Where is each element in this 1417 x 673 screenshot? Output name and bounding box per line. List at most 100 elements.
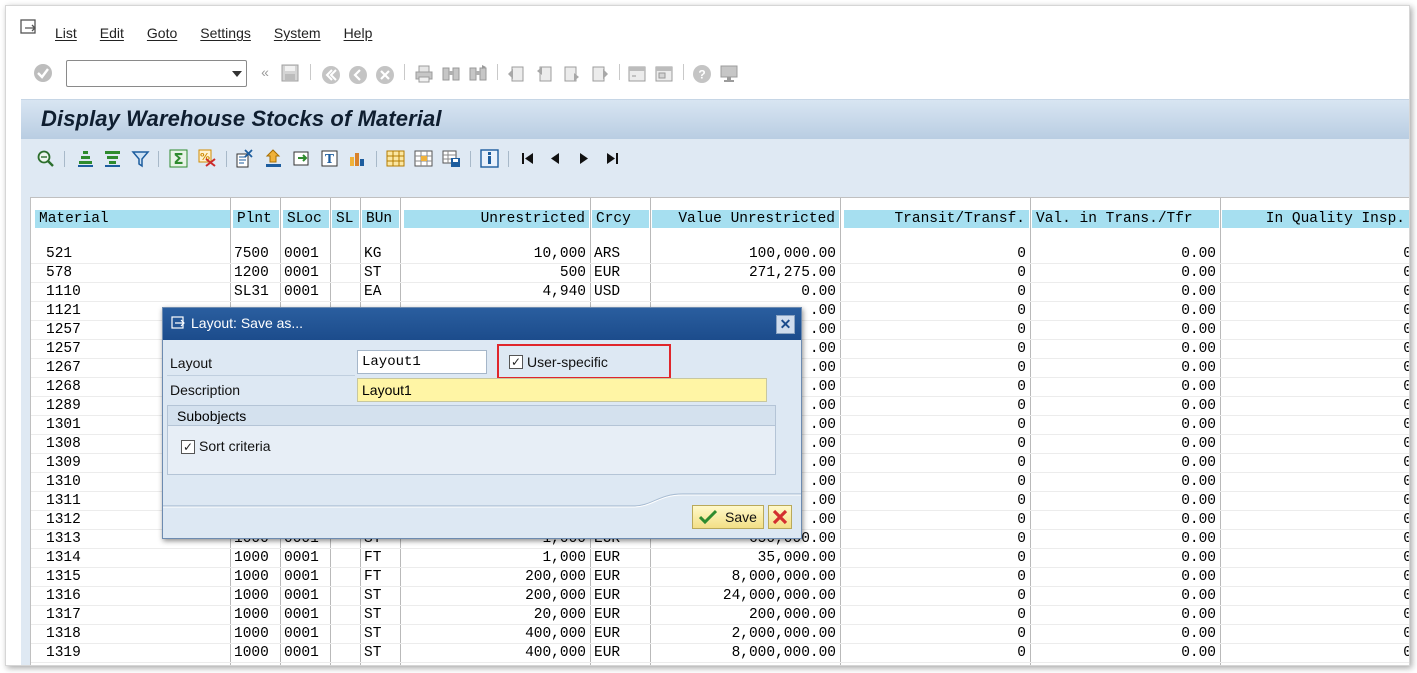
dialog-title-bar[interactable]: Layout: Save as... ✕ [163,308,801,340]
customize-icon[interactable] [719,64,739,84]
previous-page-icon[interactable] [534,64,554,84]
description-input[interactable]: Layout1 [357,378,767,402]
cancel-button[interactable] [768,505,792,529]
column-header-plant[interactable]: Plnt [233,210,279,228]
layout-select-icon[interactable] [414,149,433,168]
table-row[interactable]: 52175000001KG10,000ARS100,000.0000.000 [31,245,1409,264]
find-next-icon[interactable] [468,64,488,84]
shortcut-icon[interactable] [654,64,674,84]
cell-value-in-transit: 0.00 [1181,512,1216,528]
column-header-sl[interactable]: SL [332,210,359,228]
sort-criteria-checkbox[interactable]: ✓ [181,440,195,454]
chevron-down-icon[interactable] [232,71,242,77]
cell-plant: 1000 [234,550,269,566]
last-icon[interactable] [602,149,621,168]
column-header-base-unit[interactable]: BUn [362,210,399,228]
menu-goto[interactable]: Goto [147,25,177,41]
system-menu-icon[interactable] [20,19,40,37]
column-header-transit-transfer[interactable]: Transit/Transf. [844,210,1029,228]
save-icon[interactable] [281,64,299,82]
cell-in-quality-inspection: 0 [1220,549,1409,568]
information-icon[interactable] [480,149,499,168]
new-session-icon[interactable] [627,64,647,84]
cell-in-quality-inspection: 0 [1220,302,1409,321]
cell-in-quality-inspection: 0 [1220,340,1409,359]
save-button[interactable]: Save [692,505,764,529]
cell-currency: EUR [594,265,621,281]
command-field[interactable] [66,60,247,87]
column-header-value-in-transit[interactable]: Val. in Trans./Tfr [1032,210,1219,228]
sort-ascending-icon[interactable] [76,149,95,168]
table-row[interactable]: 1316 1000 0001 ST 200,000 EUR 24,000,000.00 0 0.… [31,587,1409,606]
layout-change-icon[interactable] [386,149,405,168]
menu-edit[interactable]: Edit [100,25,124,41]
layout-save-icon[interactable] [442,149,461,168]
cell-plant: 1000 [234,645,269,661]
graphic-icon[interactable] [348,149,367,168]
cell-transit-transfer: 0 [1017,493,1026,509]
menu-system[interactable]: System [274,25,321,41]
first-icon[interactable] [519,149,538,168]
cell-in-quality-inspection: 0 [1220,359,1409,378]
user-specific-checkbox[interactable]: ✓ [509,355,523,369]
table-row[interactable]: 57812000001ST500EUR271,275.0000.000 [31,264,1409,283]
cell-transit-transfer: 0 [1017,284,1026,300]
cancel-icon[interactable] [375,65,395,85]
total-icon[interactable]: Σ [169,149,188,168]
column-header-material[interactable]: Material [35,210,230,228]
table-row[interactable]: 131410000001FT1,000EUR35,000.0000.000 [31,549,1409,568]
sap-window: List Edit Goto Settings System Help « ? … [5,5,1410,666]
cell-in-quality-inspection: 0 [1220,587,1409,606]
back-icon[interactable] [321,65,341,85]
cell-base-unit: FT [364,569,382,585]
first-page-icon[interactable] [506,64,526,84]
cell-value-in-transit: 0.00 [1181,626,1216,642]
table-row[interactable]: 1318 1000 0001 ST 400,000 EUR 2,000,000.00 0 0.0… [31,625,1409,644]
help-icon[interactable]: ? [692,64,712,84]
cell-transit-transfer: 0 [1017,436,1026,452]
table-row[interactable]: 1315 1000 0001 FT 200,000 EUR 8,000,000.00 0 0.0… [31,568,1409,587]
table-row[interactable]: 1319 1000 0001 ST 400,000 EUR 8,000,000.00 0 0.0… [31,644,1409,663]
cell-value-in-transit: 0.00 [1181,645,1216,661]
next-icon[interactable] [574,149,593,168]
cell-plant: 1000 [234,569,269,585]
column-header-currency[interactable]: Crcy [592,210,649,228]
cell-transit-transfer: 0 [1017,550,1026,566]
exit-icon[interactable] [348,65,368,85]
column-header-in-quality-inspection[interactable]: In Quality Insp. [1222,210,1409,228]
menu-list[interactable]: List [55,25,77,41]
subtotal-icon[interactable]: % [198,149,217,168]
cell-plant: 1000 [234,607,269,623]
layout-name-input[interactable]: Layout1 [357,350,487,374]
column-header-unrestricted[interactable]: Unrestricted [404,210,589,228]
cell-value-in-transit: 0.00 [1181,493,1216,509]
title-bar: Display Warehouse Stocks of Material [21,99,1409,139]
cell-unrestricted: 500 [559,265,586,281]
cell-in-quality-inspection: 0 [1220,644,1409,663]
print-icon[interactable] [414,64,434,84]
find-icon[interactable] [441,64,461,84]
table-row[interactable]: 131710000001ST20,000EUR200,000.0000.000 [31,606,1409,625]
cell-in-quality-inspection: 0 [1220,245,1409,264]
abc-analysis-icon[interactable]: T [320,149,339,168]
close-icon[interactable]: ✕ [776,315,795,334]
row-divider [31,662,1409,663]
column-header-storage-location[interactable]: SLoc [283,210,329,228]
column-header-value-unrestricted[interactable]: Value Unrestricted [652,210,839,228]
details-icon[interactable] [36,149,55,168]
menu-settings[interactable]: Settings [200,25,251,41]
menu-help[interactable]: Help [344,25,373,41]
cell-storage-location: 0001 [284,588,319,604]
table-row[interactable]: 1110SL310001EA4,940USD0.0000.000 [31,283,1409,302]
last-page-icon[interactable] [590,64,610,84]
print-preview-icon[interactable] [235,149,254,168]
filter-icon[interactable] [131,149,150,168]
cell-transit-transfer: 0 [1017,588,1026,604]
previous-icon[interactable] [546,149,565,168]
export-icon[interactable] [264,149,283,168]
next-page-icon[interactable] [562,64,582,84]
send-icon[interactable] [292,149,311,168]
sort-descending-icon[interactable] [103,149,122,168]
enter-icon[interactable] [33,63,53,83]
cell-material: 1316 [46,588,81,604]
